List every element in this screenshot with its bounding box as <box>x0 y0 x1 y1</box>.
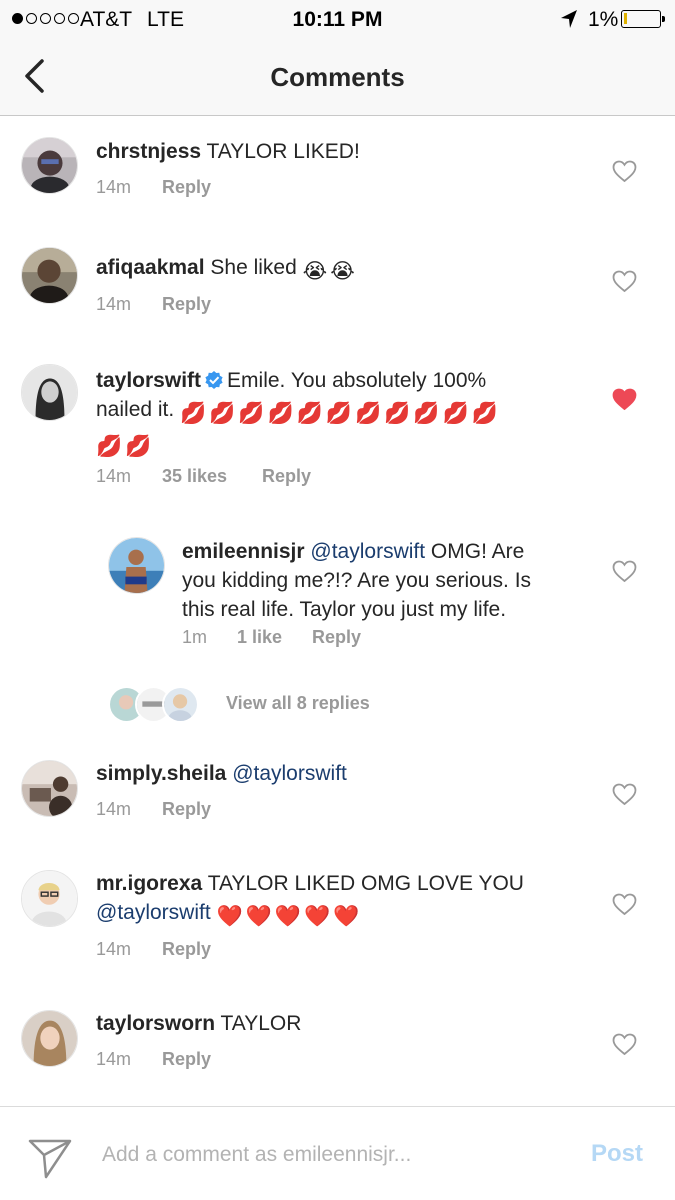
avatar[interactable] <box>21 247 78 304</box>
kiss-emoji: 💋 <box>180 402 207 425</box>
reply-button[interactable]: Reply <box>262 466 311 487</box>
avatar[interactable] <box>21 870 78 927</box>
comment-time: 14m <box>96 177 132 197</box>
comment-username[interactable]: taylorsworn <box>96 1012 215 1035</box>
mention-link[interactable]: @taylorswift <box>96 901 211 924</box>
comment-text: TAYLOR LIKED OMG LOVE YOU <box>207 872 524 895</box>
comment-text: Emile. You absolutely 100% <box>227 369 487 392</box>
kiss-emoji: 💋 <box>471 402 498 425</box>
comment-username[interactable]: mr.igorexa <box>96 872 202 895</box>
heart-emoji: ❤️ <box>333 905 360 928</box>
heart-emoji: ❤️ <box>216 905 243 928</box>
view-replies-label: View all 8 replies <box>226 693 370 713</box>
like-heart-icon[interactable] <box>612 560 637 583</box>
reply-avatar <box>162 686 199 723</box>
comment-text: this real life. Taylor you just my life. <box>182 598 507 621</box>
kiss-emoji: 💋 <box>413 402 440 425</box>
comment-text: nailed it. <box>96 398 175 421</box>
reply-button[interactable]: Reply <box>162 939 211 960</box>
mention-link[interactable]: @taylorswift <box>232 762 347 785</box>
page-title: Comments <box>270 62 405 92</box>
liked-heart-icon[interactable] <box>612 388 637 411</box>
comment-text: OMG! Are <box>430 540 525 563</box>
battery-percent: 1% <box>588 8 619 31</box>
crying-emoji: 😭 <box>330 260 355 283</box>
avatar[interactable] <box>108 537 165 594</box>
comment-input-bar: Post <box>0 1106 675 1200</box>
comment-username[interactable]: emileennisjr <box>182 540 305 563</box>
reply-button[interactable]: Reply <box>162 177 211 198</box>
reply-button[interactable]: Reply <box>162 294 211 315</box>
comment-time: 14m <box>96 799 132 819</box>
nav-bar: Comments <box>0 38 675 116</box>
avatar[interactable] <box>21 364 78 421</box>
location-arrow-icon <box>561 10 577 28</box>
view-all-replies-button[interactable]: View all 8 replies <box>108 684 408 724</box>
paper-plane-icon[interactable] <box>28 1135 72 1179</box>
crying-emoji: 😭 <box>302 260 328 283</box>
comment-username[interactable]: chrstnjess <box>96 140 201 163</box>
like-heart-icon[interactable] <box>612 1033 637 1056</box>
comment-input[interactable] <box>102 1137 572 1173</box>
comment-time: 14m <box>96 939 132 959</box>
kiss-emoji: 💋 <box>125 435 152 458</box>
reply-button[interactable]: Reply <box>162 1049 211 1070</box>
comment-text: TAYLOR <box>220 1012 302 1035</box>
comment-username[interactable]: simply.sheila <box>96 762 226 785</box>
avatar[interactable] <box>21 760 78 817</box>
likes-count[interactable]: 1 like <box>237 627 312 648</box>
battery-icon <box>621 10 665 28</box>
kiss-emoji: 💋 <box>384 402 411 425</box>
comment-time: 14m <box>96 1049 132 1069</box>
like-heart-icon[interactable] <box>612 783 637 806</box>
mention-link[interactable]: @taylorswift <box>310 540 425 563</box>
kiss-emoji: 💋 <box>209 402 236 425</box>
comment-username[interactable]: taylorswift <box>96 369 201 392</box>
comment-text: TAYLOR LIKED! <box>206 140 360 163</box>
post-button[interactable]: Post <box>591 1140 643 1168</box>
like-heart-icon[interactable] <box>612 893 637 916</box>
heart-emoji: ❤️ <box>303 905 331 928</box>
kiss-emoji: 💋 <box>238 402 265 425</box>
reply-button[interactable]: Reply <box>312 627 361 648</box>
comment-username[interactable]: afiqaakmal <box>96 256 205 279</box>
kiss-emoji: 💋 <box>442 402 469 425</box>
reply-button[interactable]: Reply <box>162 799 211 820</box>
status-bar: AT&T LTE 10:11 PM 1% <box>0 0 675 38</box>
comment-time: 1m <box>182 627 208 647</box>
kiss-emoji: 💋 <box>296 402 323 425</box>
heart-emoji: ❤️ <box>245 905 272 928</box>
kiss-emoji: 💋 <box>267 402 294 425</box>
kiss-emoji: 💋 <box>96 435 123 458</box>
comment-text: you kidding me?!? Are you serious. Is <box>182 569 532 592</box>
avatar[interactable] <box>21 137 78 194</box>
likes-count[interactable]: 35 likes <box>162 466 262 487</box>
kiss-emoji: 💋 <box>355 402 382 425</box>
comment-text: She liked <box>210 256 297 279</box>
avatar[interactable] <box>21 1010 78 1067</box>
like-heart-icon[interactable] <box>612 160 637 183</box>
kiss-emoji: 💋 <box>325 402 352 425</box>
comment-time: 14m <box>96 294 132 314</box>
like-heart-icon[interactable] <box>612 270 637 293</box>
verified-badge-icon <box>205 371 223 389</box>
heart-emoji: ❤️ <box>274 905 301 928</box>
comment-time: 14m <box>96 466 132 486</box>
